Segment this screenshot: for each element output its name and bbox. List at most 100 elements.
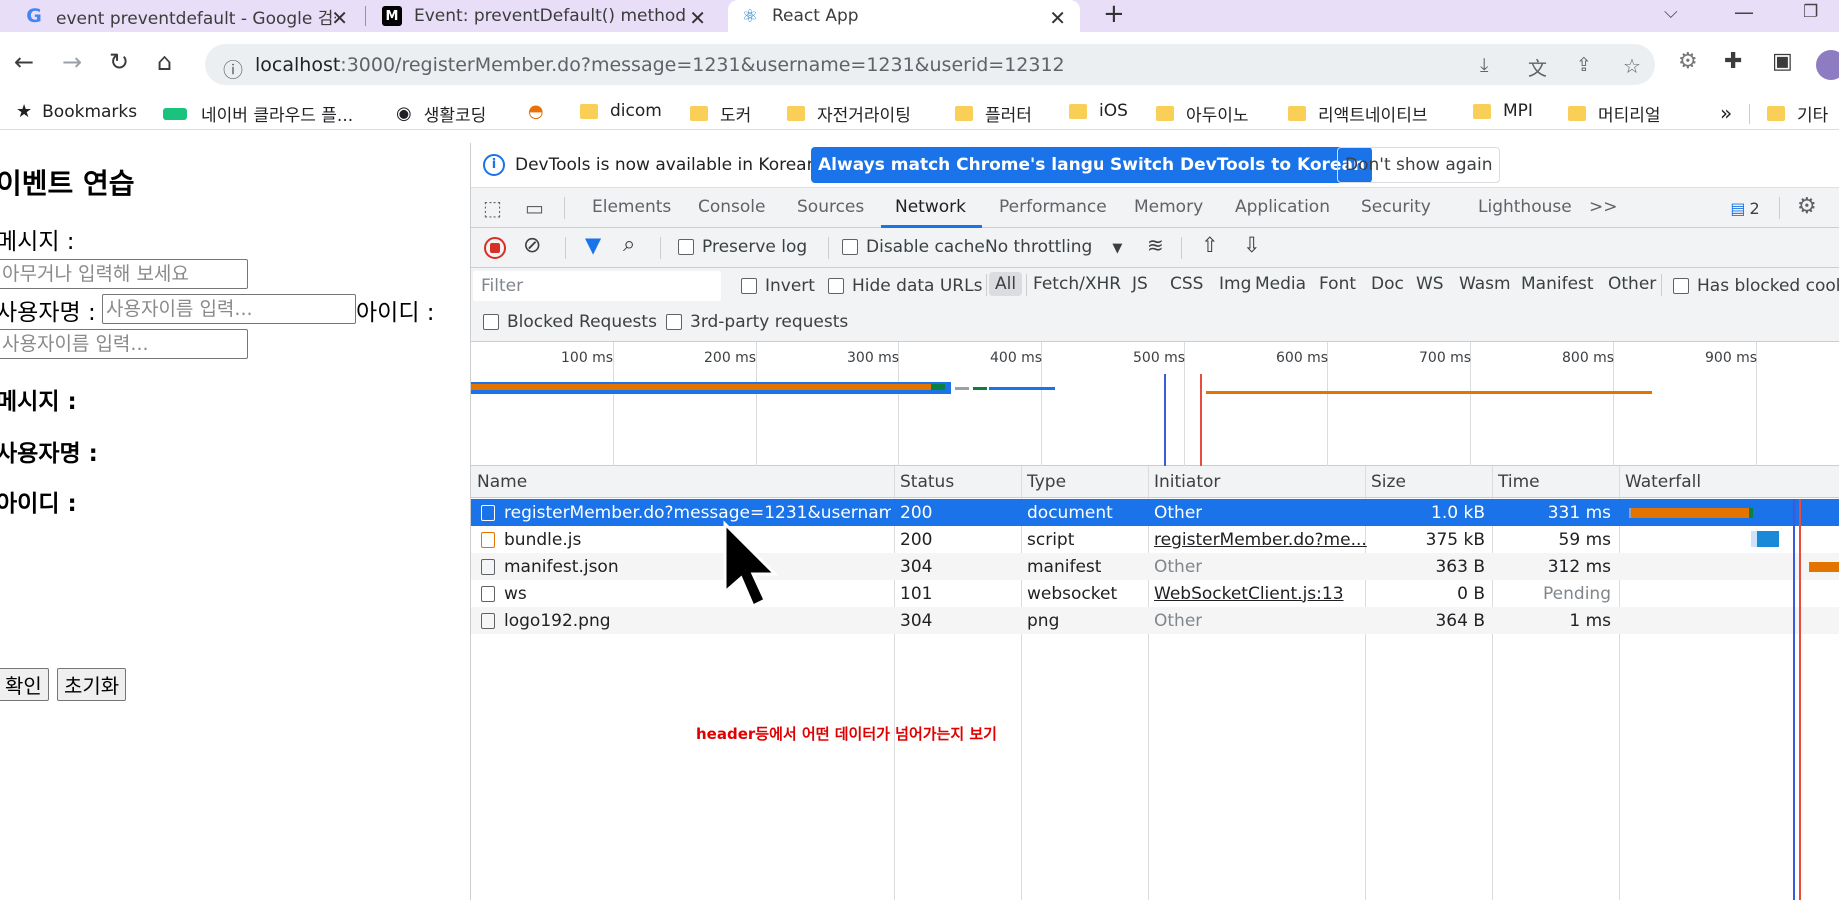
tab-application[interactable]: Application xyxy=(1235,197,1330,217)
username-input[interactable] xyxy=(102,294,356,324)
filter-type-img[interactable]: Img xyxy=(1219,274,1251,294)
new-tab-button[interactable]: + xyxy=(1103,0,1125,28)
settings-gear-icon[interactable]: ⚙ xyxy=(1797,194,1817,219)
disable-cache-checkbox[interactable]: Disable cache xyxy=(842,237,985,257)
request-initiator-link[interactable]: WebSocketClient.js:13 xyxy=(1154,580,1344,607)
switch-devtools-korean-button[interactable]: Switch DevTools to Korean xyxy=(1103,147,1373,183)
filter-input[interactable]: Filter xyxy=(473,271,721,301)
translate-icon[interactable]: 文 xyxy=(1528,54,1547,81)
tab-console[interactable]: Console xyxy=(698,197,766,217)
filter-type-font[interactable]: Font xyxy=(1319,274,1356,294)
clear-icon[interactable]: ⊘ xyxy=(523,233,541,258)
preserve-log-checkbox[interactable]: Preserve log xyxy=(678,237,807,257)
tab-mdn[interactable]: M Event: preventDefault() method ✕ xyxy=(370,0,720,32)
request-row-bundle[interactable]: bundle.js 200 script registerMember.do?m… xyxy=(471,526,1839,553)
minimize-icon[interactable]: — xyxy=(1734,0,1754,24)
column-name[interactable]: Name xyxy=(471,466,527,498)
filter-type-fetch-xhr[interactable]: Fetch/XHR xyxy=(1033,274,1121,294)
throttling-select[interactable]: No throttling ▼ xyxy=(985,237,1122,257)
bookmark-folder-mpi[interactable]: MPI xyxy=(1473,101,1533,121)
invert-checkbox[interactable]: Invert xyxy=(741,276,815,296)
bookmark-rainbow[interactable]: ◓ xyxy=(528,101,544,122)
third-party-checkbox[interactable]: 3rd-party requests xyxy=(666,312,848,332)
request-row-ws[interactable]: ws 101 websocket WebSocketClient.js:13 0… xyxy=(471,580,1839,607)
request-row-manifest[interactable]: manifest.json 304 manifest Other 363 B 3… xyxy=(471,553,1839,580)
side-panel-icon[interactable]: ▣ xyxy=(1772,50,1793,74)
blocked-requests-checkbox[interactable]: Blocked Requests xyxy=(483,312,657,332)
address-bar[interactable]: ⓘ localhost:3000/registerMember.do?messa… xyxy=(205,44,1655,85)
column-status[interactable]: Status xyxy=(894,466,954,498)
close-icon[interactable]: ✕ xyxy=(1049,6,1066,30)
tab-memory[interactable]: Memory xyxy=(1134,197,1203,217)
share-icon[interactable]: ⇪ xyxy=(1576,54,1592,76)
bookmark-folder-dicom[interactable]: dicom xyxy=(580,101,662,121)
request-row-registermember[interactable]: registerMember.do?message=1231&usernam..… xyxy=(471,499,1839,526)
bookmark-folder-flutter[interactable]: 플러터 xyxy=(955,101,1032,126)
userid-input[interactable] xyxy=(0,329,248,359)
tab-performance[interactable]: Performance xyxy=(999,197,1107,217)
bookmarks-menu[interactable]: ★ Bookmarks xyxy=(16,101,137,122)
bookmark-folder-bike[interactable]: 자전거라이팅 xyxy=(787,101,911,126)
export-har-icon[interactable]: ⇩ xyxy=(1243,233,1261,257)
filter-type-doc[interactable]: Doc xyxy=(1371,274,1404,294)
filter-type-css[interactable]: CSS xyxy=(1170,274,1203,294)
issues-badge[interactable]: ▤ 2 xyxy=(1724,197,1766,219)
tab-google-search[interactable]: G event preventdefault - Google 검색 ✕ xyxy=(12,0,362,32)
filter-type-manifest[interactable]: Manifest xyxy=(1521,274,1594,294)
hide-data-urls-checkbox[interactable]: Hide data URLs xyxy=(828,276,982,296)
has-blocked-cookies-checkbox[interactable]: Has blocked cookies xyxy=(1673,276,1839,296)
inspect-element-icon[interactable]: ⬚ xyxy=(483,196,502,220)
forward-icon[interactable]: → xyxy=(62,50,82,74)
confirm-button[interactable]: 확인 xyxy=(0,668,49,701)
url-text[interactable]: localhost:3000/registerMember.do?message… xyxy=(255,54,1065,76)
reload-icon[interactable]: ↻ xyxy=(109,50,129,74)
bookmark-folder-other[interactable]: 기타 xyxy=(1767,101,1828,126)
request-initiator-link[interactable]: registerMember.do?me... xyxy=(1154,526,1367,553)
filter-type-media[interactable]: Media xyxy=(1255,274,1306,294)
bookmark-folder-docker[interactable]: 도커 xyxy=(690,101,751,126)
tab-sources[interactable]: Sources xyxy=(797,197,864,217)
dont-show-again-button[interactable]: Don't show again xyxy=(1337,147,1501,183)
request-row-logo192[interactable]: logo192.png 304 png Other 364 B 1 ms xyxy=(471,607,1839,634)
filter-type-js[interactable]: JS xyxy=(1132,274,1148,294)
filter-type-ws[interactable]: WS xyxy=(1416,274,1444,294)
bookmark-folder-arduino[interactable]: 아두이노 xyxy=(1156,101,1249,126)
filter-type-other[interactable]: Other xyxy=(1608,274,1656,294)
record-stop-icon[interactable] xyxy=(484,237,506,259)
profile-avatar[interactable] xyxy=(1816,50,1839,80)
tab-lighthouse[interactable]: Lighthouse xyxy=(1478,197,1572,217)
bookmark-naver-cloud[interactable]: 네이버 클라우드 플... xyxy=(163,101,353,126)
install-icon[interactable]: ⤓ xyxy=(1480,54,1488,76)
restore-icon[interactable]: ❐ xyxy=(1803,2,1818,22)
always-match-language-button[interactable]: Always match Chrome's language xyxy=(811,147,1148,183)
column-type[interactable]: Type xyxy=(1021,466,1066,498)
tab-security[interactable]: Security xyxy=(1361,197,1431,217)
close-icon[interactable]: ✕ xyxy=(331,6,348,30)
import-har-icon[interactable]: ⇧ xyxy=(1201,233,1219,257)
home-icon[interactable]: ⌂ xyxy=(157,50,172,74)
filter-type-all[interactable]: All xyxy=(989,272,1023,296)
column-initiator[interactable]: Initiator xyxy=(1148,466,1220,498)
search-icon[interactable]: ⌕ xyxy=(623,232,635,257)
filter-type-wasm[interactable]: Wasm xyxy=(1459,274,1511,294)
message-input[interactable] xyxy=(0,259,248,289)
device-toolbar-icon[interactable]: ▭ xyxy=(525,196,544,220)
more-tabs-button[interactable]: >> xyxy=(1589,197,1618,217)
reset-button[interactable]: 초기화 xyxy=(57,668,127,701)
bookmark-folder-material[interactable]: 머티리얼 xyxy=(1568,101,1661,126)
tab-network[interactable]: Network xyxy=(895,197,966,217)
site-info-icon[interactable]: ⓘ xyxy=(223,54,243,83)
bookmark-opentutorials[interactable]: ◉ 생활코딩 xyxy=(396,101,486,126)
close-icon[interactable]: ✕ xyxy=(689,6,706,30)
network-conditions-icon[interactable]: ≋ xyxy=(1147,233,1164,257)
bookmark-folder-ios[interactable]: iOS xyxy=(1069,101,1128,121)
bookmarks-overflow-button[interactable]: » xyxy=(1720,101,1732,125)
column-size[interactable]: Size xyxy=(1365,466,1406,498)
bookmark-folder-react-native[interactable]: 리액트네이티브 xyxy=(1288,101,1427,126)
back-icon[interactable]: ← xyxy=(14,50,34,74)
tab-elements[interactable]: Elements xyxy=(592,197,671,217)
extension-gear-icon[interactable]: ⚙ xyxy=(1678,50,1698,74)
tab-react-app[interactable]: ⚛ React App ✕ xyxy=(728,0,1080,32)
column-waterfall[interactable]: Waterfall xyxy=(1619,466,1701,498)
filter-funnel-icon[interactable]: ▼ xyxy=(585,233,601,257)
